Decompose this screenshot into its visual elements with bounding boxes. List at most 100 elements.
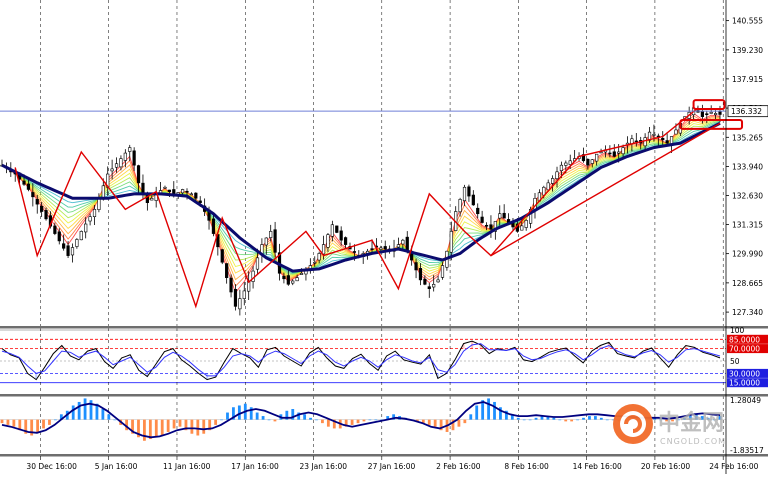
time-tick-label: 17 Jan 16:00 — [231, 462, 279, 471]
pane-separator — [0, 326, 768, 329]
macd-bar — [374, 419, 378, 421]
macd-axis: 1.28049 -1.83517 — [730, 396, 764, 455]
macd-bar — [350, 419, 354, 425]
macd-bar — [48, 419, 51, 425]
macd-bar — [534, 417, 538, 420]
candle-body — [480, 216, 484, 223]
stoch-level-label: 15.0000 — [729, 379, 760, 388]
candle-body — [458, 199, 462, 213]
macd-bar — [356, 419, 360, 424]
candle-body — [383, 246, 387, 250]
candle-body — [286, 275, 290, 285]
candle-body — [128, 147, 132, 152]
candle-body — [211, 218, 216, 234]
macd-bar — [516, 417, 520, 420]
candle-body — [502, 212, 506, 219]
candle-body — [423, 278, 427, 285]
candle-body — [114, 163, 119, 168]
macd-bar — [237, 405, 241, 420]
candle-body — [66, 245, 70, 256]
candle-body — [291, 280, 295, 284]
price-tick-label: 132.630 — [732, 191, 763, 200]
stoch-level-label: 70.0000 — [729, 345, 760, 354]
price-tick-label: 131.315 — [732, 220, 763, 229]
candle-body — [92, 209, 97, 217]
macd-bar — [552, 417, 556, 420]
time-tick-label: 20 Feb 16:00 — [641, 462, 690, 471]
candle-body — [53, 225, 57, 234]
candle-body — [136, 165, 141, 184]
price-tick-label: 127.340 — [732, 308, 763, 317]
macd-bar — [54, 419, 57, 421]
macd-bar — [36, 419, 40, 432]
price-tick-label: 128.665 — [732, 279, 763, 288]
candle-body — [489, 224, 493, 230]
candle-body — [335, 225, 339, 233]
time-tick-label: 11 Jan 16:00 — [163, 462, 211, 471]
macd-bar — [77, 401, 81, 420]
macd-bar — [190, 419, 194, 434]
macd-bar — [588, 416, 591, 420]
candle-body — [119, 158, 123, 168]
candle-body — [269, 231, 273, 238]
candle-body — [462, 186, 467, 201]
candle-body — [564, 162, 568, 166]
macd-bar — [469, 414, 473, 420]
candle-body — [401, 239, 405, 245]
candle-body — [273, 229, 277, 253]
time-tick-label: 14 Feb 16:00 — [573, 462, 622, 471]
macd-bar — [576, 419, 579, 421]
macd-bar — [42, 419, 45, 429]
macd-bar — [261, 416, 265, 420]
candle-body — [674, 129, 678, 135]
candle-body — [229, 277, 233, 293]
macd-bar — [143, 419, 146, 441]
time-tick-label: 23 Jan 16:00 — [300, 462, 348, 471]
watermark-title: 中金网 — [658, 410, 724, 436]
candle-body — [35, 199, 39, 205]
macd-bar — [202, 419, 206, 434]
candle-body — [26, 183, 31, 190]
candle-body — [705, 113, 709, 116]
macd-bar — [226, 412, 229, 420]
stochastic-axis: 10085.000070.0000 50 30.000015.0000 — [727, 326, 768, 388]
candle-body — [220, 249, 224, 263]
time-tick-label: 27 Jan 16:00 — [368, 462, 416, 471]
candle-body — [436, 279, 440, 283]
macd-bar — [321, 419, 324, 424]
candle-body — [568, 160, 572, 165]
candle-body — [599, 151, 603, 154]
time-tick-label: 5 Jan 16:00 — [95, 462, 138, 471]
candle-body — [467, 186, 471, 197]
candle-body — [634, 140, 638, 143]
chart-canvas: 140.555139.230137.915136.590135.265133.9… — [0, 0, 768, 474]
macd-bar — [113, 419, 117, 421]
price-tick-label: 133.940 — [732, 163, 763, 172]
candle-body — [471, 194, 475, 206]
candle-body — [225, 263, 229, 278]
candle-body — [189, 193, 194, 196]
candle-body — [621, 147, 625, 155]
macd-bar — [303, 414, 307, 420]
candle-body — [709, 111, 713, 114]
candle-body — [652, 134, 656, 136]
candle-body — [299, 272, 304, 275]
candle-body — [70, 247, 75, 256]
time-axis: 30 Dec 16:00 5 Jan 16:00 11 Jan 16:00 17 Ja… — [26, 456, 759, 471]
candle-body — [524, 220, 528, 228]
macd-bar — [0, 419, 4, 424]
macd-bar — [154, 419, 158, 438]
candle-body — [643, 137, 647, 147]
macd-bar — [522, 419, 526, 421]
candle-body — [317, 253, 321, 261]
candle-body — [661, 137, 665, 141]
macd-bar — [570, 419, 574, 422]
candle-body — [167, 189, 171, 192]
candle-body — [590, 159, 594, 164]
candle-body — [432, 284, 436, 288]
candle-body — [255, 257, 260, 270]
macd-bar — [220, 419, 223, 421]
macd-bar — [599, 417, 603, 420]
time-tick-label: 24 Feb 16:00 — [709, 462, 758, 471]
macd-bar — [433, 419, 437, 427]
